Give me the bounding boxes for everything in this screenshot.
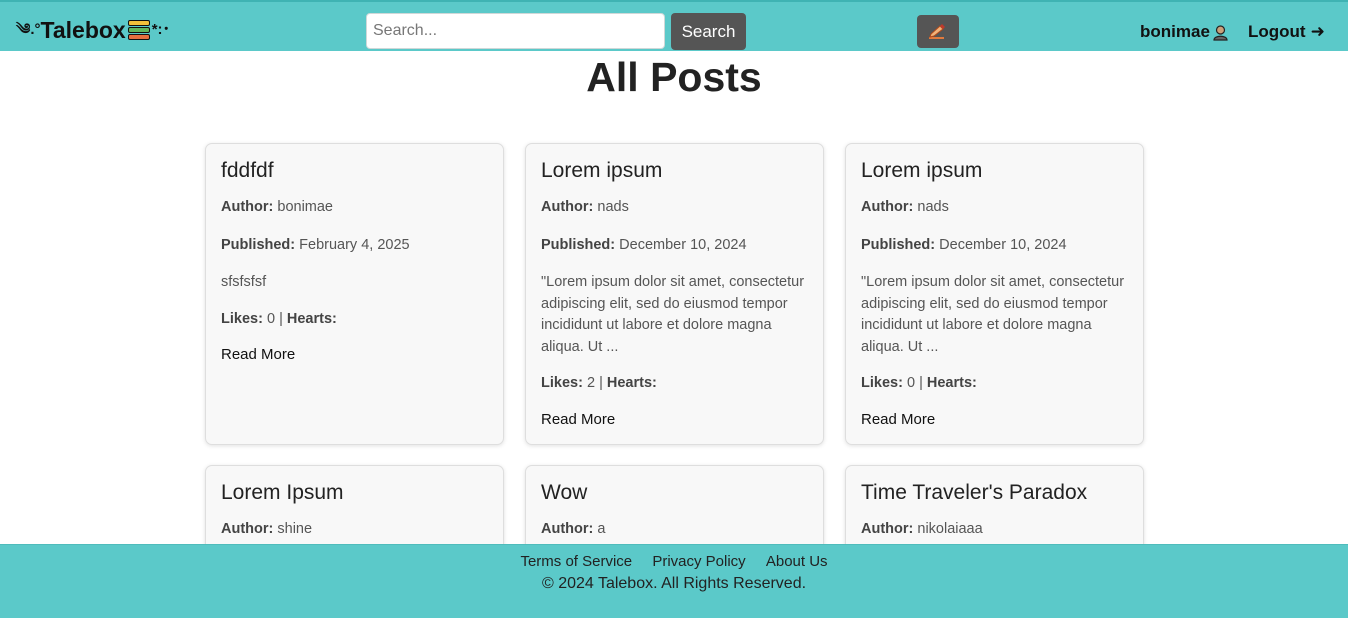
post-published: Published: February 4, 2025 — [221, 236, 410, 253]
privacy-policy-link[interactable]: Privacy Policy — [652, 553, 745, 570]
post-stats: Likes: 0 | Hearts: — [221, 310, 337, 327]
username-label: bonimae — [1140, 22, 1210, 41]
search-button[interactable]: Search — [671, 13, 746, 50]
page-title: All Posts — [586, 54, 762, 100]
post-author: Author: a — [541, 521, 606, 537]
about-us-link[interactable]: About Us — [766, 553, 828, 570]
brand-name: Talebox — [40, 17, 126, 43]
post-title: Lorem ipsum — [861, 159, 983, 182]
post-author: Author: bonimae — [221, 199, 333, 215]
post-author: Author: nads — [861, 199, 949, 215]
brand-logo[interactable]: ༄.° Talebox *:･ — [16, 18, 170, 42]
post-excerpt: "Lorem ipsum dolor sit amet, consectetur… — [861, 274, 1125, 355]
search-input[interactable] — [366, 13, 665, 49]
read-more-link[interactable]: Read More — [221, 346, 488, 363]
post-author: Author: nads — [541, 199, 629, 215]
post-author: Author: shine — [221, 521, 313, 537]
post-stats: Likes: 0 | Hearts: — [861, 375, 977, 391]
post-title: Lorem ipsum — [541, 159, 663, 182]
write-post-button[interactable] — [917, 15, 959, 48]
logout-link[interactable]: Logout ➜ — [1248, 22, 1325, 42]
post-title: Wow — [541, 481, 588, 504]
read-more-link[interactable]: Read More — [861, 411, 1128, 428]
brand-suffix: *:･ — [151, 21, 171, 38]
read-more-link[interactable]: Read More — [541, 411, 808, 428]
post-excerpt: sfsfsfsf — [221, 274, 267, 290]
post-stats: Likes: 2 | Hearts: — [541, 375, 657, 391]
terms-of-service-link[interactable]: Terms of Service — [520, 553, 632, 570]
post-card: Lorem ipsum Author: nads Published: Dece… — [845, 143, 1144, 445]
footer: Terms of Service Privacy Policy About Us… — [0, 544, 1348, 618]
post-published: Published: December 10, 2024 — [861, 236, 1067, 253]
post-title: fddfdf — [221, 159, 274, 182]
post-author: Author: nikolaiaaa — [861, 521, 983, 537]
user-profile-link[interactable]: bonimae — [1140, 22, 1229, 42]
footer-links: Terms of Service Privacy Policy About Us — [0, 553, 1348, 570]
brand-prefix: ༄.° — [16, 21, 41, 38]
books-icon — [127, 19, 150, 41]
pencil-writing-icon — [929, 24, 945, 39]
copyright-text: © 2024 Talebox. All Rights Reserved. — [541, 575, 807, 592]
logout-arrow-icon: ➜ — [1310, 22, 1325, 41]
post-excerpt: "Lorem ipsum dolor sit amet, consectetur… — [541, 274, 805, 355]
post-title: Lorem Ipsum — [221, 481, 344, 504]
navbar: ༄.° Talebox *:･ Search bonimae Logout ➜ — [0, 0, 1348, 51]
post-published: Published: December 10, 2024 — [541, 236, 747, 253]
user-avatar-icon — [1213, 24, 1228, 41]
post-card: fddfdf Author: bonimae Published: Februa… — [205, 143, 504, 445]
post-title: Time Traveler's Paradox — [861, 481, 1088, 504]
post-card: Lorem ipsum Author: nads Published: Dece… — [525, 143, 824, 445]
logout-label: Logout — [1248, 22, 1306, 41]
